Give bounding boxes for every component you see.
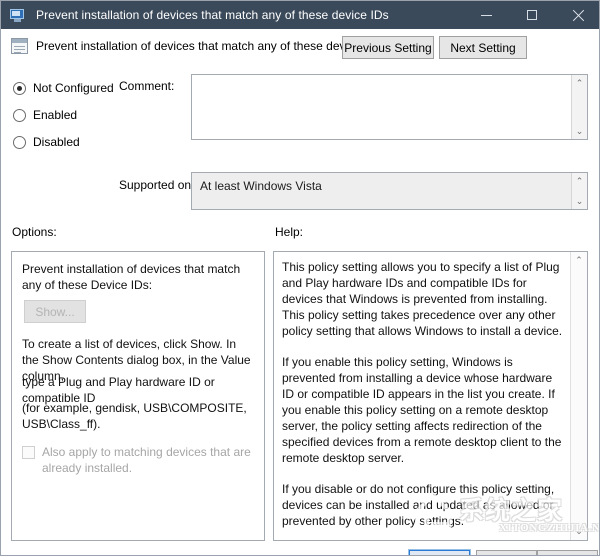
- maximize-icon: [527, 10, 537, 20]
- comment-textarea[interactable]: ⌃ ⌄: [191, 74, 588, 140]
- radio-not-configured[interactable]: Not Configured: [13, 80, 114, 96]
- title-bar: Prevent installation of devices that mat…: [1, 1, 600, 29]
- help-panel: This policy setting allows you to specif…: [273, 251, 588, 541]
- radio-disabled-mark: [13, 136, 26, 149]
- supported-on-scrollbar[interactable]: ⌃ ⌄: [571, 173, 587, 209]
- close-icon: [572, 9, 585, 22]
- scroll-down-icon[interactable]: ⌄: [572, 124, 587, 138]
- help-paragraph-3: If you disable or do not configure this …: [282, 481, 565, 529]
- window-monitor-icon: [10, 8, 26, 23]
- scroll-down-icon[interactable]: ⌄: [572, 194, 587, 208]
- next-setting-button[interactable]: Next Setting: [439, 36, 527, 59]
- policy-header-row: Prevent installation of devices that mat…: [1, 29, 600, 65]
- minimize-icon: [481, 15, 492, 16]
- close-button[interactable]: [555, 1, 600, 29]
- policy-setting-dialog: Prevent installation of devices that mat…: [0, 0, 600, 556]
- maximize-button[interactable]: [509, 1, 555, 29]
- scroll-up-icon[interactable]: ⌃: [572, 76, 587, 90]
- also-apply-checkbox-row[interactable]: Also apply to matching devices that are …: [22, 444, 254, 476]
- previous-setting-button[interactable]: Previous Setting: [342, 36, 434, 59]
- options-section-label: Options:: [12, 225, 57, 239]
- help-scrollbar[interactable]: ⌃ ⌄: [570, 252, 587, 540]
- ok-button[interactable]: OK: [409, 550, 470, 556]
- show-button[interactable]: Show...: [24, 300, 86, 323]
- comment-label: Comment:: [119, 79, 174, 93]
- options-heading: Prevent installation of devices that mat…: [22, 261, 250, 293]
- radio-enabled-label: Enabled: [33, 108, 77, 122]
- radio-not-configured-mark: [13, 82, 26, 95]
- also-apply-checkbox[interactable]: [22, 446, 35, 459]
- help-text: This policy setting allows you to specif…: [282, 259, 565, 541]
- help-paragraph-2: If you enable this policy setting, Windo…: [282, 354, 565, 466]
- help-section-label: Help:: [275, 225, 303, 239]
- minimize-button[interactable]: [463, 1, 509, 29]
- radio-enabled-mark: [13, 109, 26, 122]
- radio-enabled[interactable]: Enabled: [13, 107, 77, 123]
- comment-scrollbar[interactable]: ⌃ ⌄: [571, 75, 587, 139]
- scroll-up-icon[interactable]: ⌃: [572, 174, 587, 188]
- cancel-button[interactable]: Cancel: [476, 550, 537, 556]
- radio-disabled[interactable]: Disabled: [13, 134, 80, 150]
- window-controls: [463, 1, 600, 29]
- policy-name-label: Prevent installation of devices that mat…: [36, 39, 382, 53]
- supported-on-label: Supported on:: [119, 178, 194, 192]
- dialog-client-area: Prevent installation of devices that mat…: [1, 29, 600, 556]
- window-title: Prevent installation of devices that mat…: [36, 8, 389, 22]
- radio-not-configured-label: Not Configured: [33, 81, 114, 95]
- radio-disabled-label: Disabled: [33, 135, 80, 149]
- scroll-down-icon[interactable]: ⌄: [571, 524, 587, 539]
- help-paragraph-1: This policy setting allows you to specif…: [282, 259, 565, 339]
- supported-on-field: At least Windows Vista ⌃ ⌄: [191, 172, 588, 210]
- options-panel: Prevent installation of devices that mat…: [11, 251, 265, 541]
- options-paragraph-3: (for example, gendisk, USB\COMPOSITE, US…: [22, 400, 254, 432]
- supported-on-value: At least Windows Vista: [200, 179, 322, 193]
- apply-button[interactable]: Apply: [537, 550, 598, 556]
- scroll-up-icon[interactable]: ⌃: [571, 253, 587, 268]
- also-apply-checkbox-label: Also apply to matching devices that are …: [42, 444, 254, 476]
- group-policy-setting-icon: [11, 38, 28, 54]
